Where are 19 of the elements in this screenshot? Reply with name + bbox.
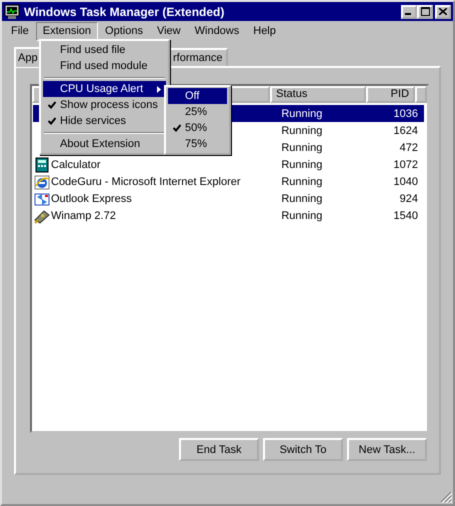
table-cell: 1036 [394,108,418,120]
table-cell: Running [281,210,322,222]
table-cell: 1072 [394,158,418,170]
table-cell: Running [281,176,322,188]
table-cell: Running [281,124,322,136]
table-cell: 472 [400,142,418,154]
table-cell: CodeGuru - Microsoft Internet Explorer [51,176,241,188]
table-cell: Running [281,192,322,204]
table-cell: Running [281,108,322,120]
table-cell: 924 [400,192,418,204]
table-cell: Running [281,158,322,170]
window-title: Windows Task Manager (Extended) [24,4,226,18]
table-cell: Winamp 2.72 [51,210,116,222]
table-cell: 1040 [394,176,418,188]
table-cell: Outlook Express [51,192,132,204]
table-cell: Running [281,142,322,154]
table-cell: 1624 [394,124,418,136]
table-cell: Calculator [51,158,101,170]
table-cell: 1540 [394,210,418,222]
